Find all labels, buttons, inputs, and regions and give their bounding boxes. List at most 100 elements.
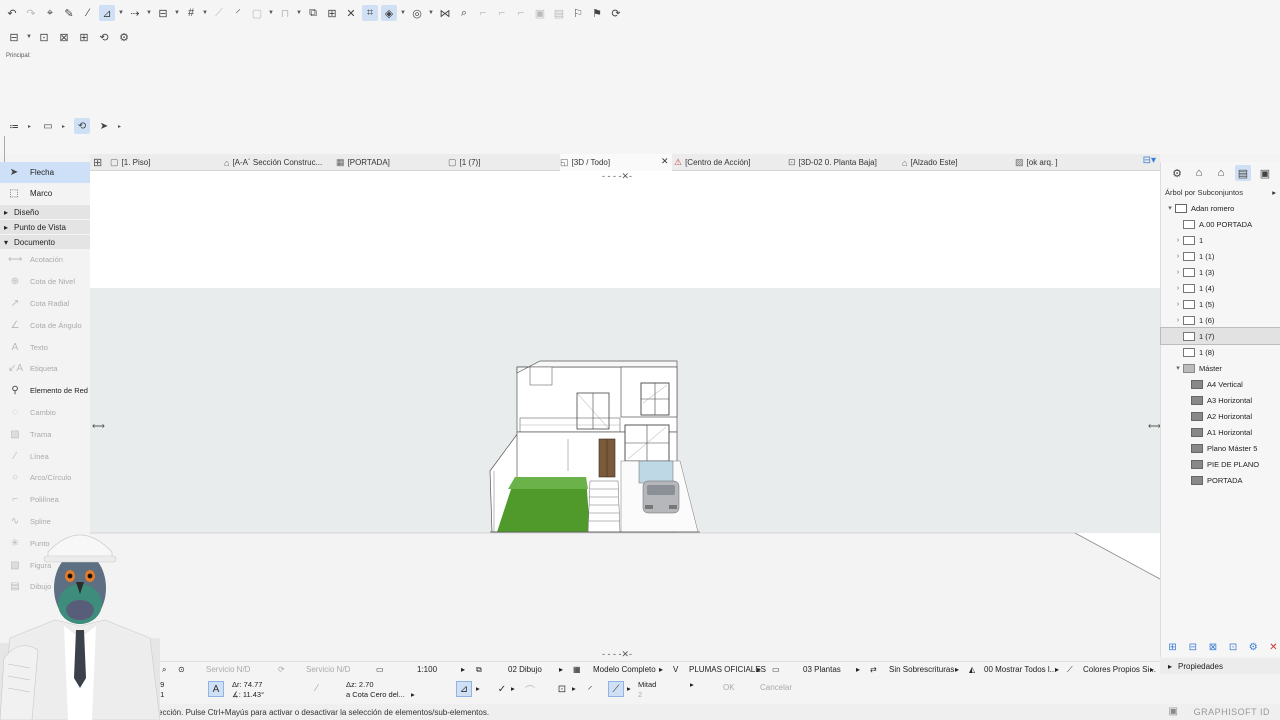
pen-set[interactable]: PLUMAS OFICIALES — [689, 665, 766, 674]
inject-icon[interactable]: ✎ — [61, 5, 77, 21]
view-icon[interactable]: ◈ — [381, 5, 397, 21]
reference-level[interactable]: a Cota Cero del... — [346, 690, 405, 699]
tool-texto[interactable]: A Texto — [0, 336, 90, 358]
chevron-right-icon[interactable]: ▸ — [28, 123, 34, 130]
refresh-icon[interactable]: ⟳ — [608, 5, 624, 21]
layout-icon[interactable]: ⊟ — [6, 29, 22, 45]
tree-item[interactable]: PORTADA — [1161, 472, 1280, 488]
tree-item[interactable]: › 1 (4) — [1161, 280, 1280, 296]
chevron-right-icon[interactable]: › — [1173, 285, 1183, 292]
tab-3d-todo[interactable]: ◱ [3D / Todo] — [560, 154, 672, 171]
cursor-icon[interactable]: ➤ — [96, 118, 112, 134]
chevron-down-icon[interactable]: ▼ — [174, 10, 180, 16]
redo-icon[interactable]: ↷ — [23, 5, 39, 21]
chevron-right-icon[interactable]: ▸ — [1150, 665, 1154, 674]
publisher-icon[interactable]: ▣ — [1257, 165, 1273, 181]
new-layout-icon[interactable]: ⊞ — [1165, 639, 1180, 655]
ruler-icon[interactable]: ⟋ — [211, 5, 227, 21]
settings-icon[interactable]: ⚙ — [1246, 639, 1261, 655]
frame-icon[interactable]: ⊞ — [76, 29, 92, 45]
delta-r[interactable]: Δr: 74.77 — [232, 680, 262, 689]
chevron-down-icon[interactable]: ▼ — [296, 10, 302, 16]
tab-section[interactable]: ⌂ [A-A´ Sección Construc... — [224, 154, 322, 171]
chevron-right-icon[interactable]: ▸ — [856, 665, 860, 674]
pick-up-icon[interactable]: ⌖ — [42, 5, 58, 21]
tab-3d-planta-baja[interactable]: ⊡ [3D-02 0. Planta Baja] — [788, 154, 877, 171]
undo-icon[interactable]: ↶ — [4, 5, 20, 21]
chevron-right-icon[interactable]: ▸ — [62, 123, 68, 130]
offset-icon[interactable]: ▣ — [532, 5, 548, 21]
chevron-right-icon[interactable]: ▸ — [659, 665, 663, 674]
find-icon[interactable]: ⌕ — [456, 5, 472, 21]
chevron-right-icon[interactable]: › — [1173, 317, 1183, 324]
layer-combination[interactable]: 02 Dibujo — [508, 665, 542, 674]
tree-item[interactable]: › 1 — [1161, 232, 1280, 248]
graphic-override[interactable]: Sin Sobrescrituras — [889, 665, 954, 674]
tool-cambio[interactable]: ◌ Cambio — [0, 402, 90, 424]
align-icon[interactable]: ⊟ — [155, 5, 171, 21]
tool-cota-angulo[interactable]: ∠ Cota de Ángulo — [0, 314, 90, 336]
service1[interactable]: Servicio N/D — [206, 665, 250, 674]
model-view-option[interactable]: Modelo Completo — [593, 665, 656, 674]
grid-icon[interactable]: # — [183, 5, 199, 21]
section-punto-de-vista[interactable]: ▸ Punto de Vista — [0, 219, 90, 234]
chevron-right-icon[interactable]: › — [1173, 237, 1183, 244]
delete-icon[interactable]: ✕ — [1266, 639, 1280, 655]
chevron-right-icon[interactable]: › — [1173, 253, 1183, 260]
chevron-right-icon[interactable]: ▸ — [627, 684, 631, 693]
publish-icon[interactable]: ⚑ — [589, 5, 605, 21]
chevron-right-icon[interactable]: ▸ — [476, 684, 480, 693]
tab-1-7[interactable]: ▢ [1 (7)] — [448, 154, 480, 171]
chevron-right-icon[interactable]: › — [1173, 301, 1183, 308]
sync-icon[interactable]: ⚙ — [116, 29, 132, 45]
chevron-down-icon[interactable]: ▾ — [1173, 364, 1183, 372]
tab-centro-accion[interactable]: ⚠ [Centro de Acción] — [674, 154, 750, 171]
tab-portada[interactable]: ▦ [PORTADA] — [336, 154, 390, 171]
service2[interactable]: Servicio N/D — [306, 665, 350, 674]
tree-item[interactable]: 1 (8) — [1161, 344, 1280, 360]
tool-arrow[interactable]: ➤ Flecha — [0, 162, 90, 183]
distance-icon[interactable]: A — [208, 681, 224, 697]
offset-icon[interactable]: ⌐ — [475, 5, 491, 21]
find-icon[interactable]: ⊙ — [178, 665, 185, 674]
arrow-mode-icon[interactable]: ⊿ — [456, 681, 472, 697]
tree-item[interactable]: A4 Vertical — [1161, 376, 1280, 392]
section-documento[interactable]: ▾ Documento — [0, 234, 90, 249]
tree-item[interactable]: A1 Horizontal — [1161, 424, 1280, 440]
navigator-settings-icon[interactable]: ⚙ — [1169, 165, 1185, 181]
rotate-icon[interactable]: ⟲ — [74, 118, 90, 134]
cancel-button[interactable]: Cancelar — [760, 683, 792, 692]
tree-item[interactable]: › 1 (6) — [1161, 312, 1280, 328]
teamwork-icon[interactable]: ⟲ — [96, 29, 112, 45]
floors-value[interactable]: 03 Plantas — [803, 665, 841, 674]
structure-display[interactable]: Colores Propios Si... — [1083, 665, 1156, 674]
snap-guide-icon[interactable]: ⟋ — [608, 681, 624, 697]
offset-icon[interactable]: ⌐ — [494, 5, 510, 21]
tree-type-dropdown[interactable]: Árbol por Subconjuntos ▸ — [1161, 184, 1280, 200]
tool-polilinea[interactable]: ⌐ Polilínea — [0, 489, 90, 511]
3d-viewport[interactable]: - - - -✕- ⟷ ⟷ - - - -✕- — [90, 171, 1160, 657]
chevron-right-icon[interactable]: › — [1173, 269, 1183, 276]
eyedropper-icon[interactable]: ⁄ — [80, 5, 96, 21]
navigator-icon[interactable]: ⊟▾ — [1143, 155, 1156, 166]
offset-icon[interactable]: ▤ — [551, 5, 567, 21]
chevron-down-icon[interactable]: ▼ — [400, 10, 406, 16]
chevron-down-icon[interactable]: ▼ — [202, 10, 208, 16]
project-map-icon[interactable]: ⌂ — [1191, 165, 1207, 181]
renovation-icon[interactable]: ⌗ — [362, 5, 378, 21]
chevron-right-icon[interactable]: ▸ — [757, 665, 761, 674]
chevron-right-icon[interactable]: ▸ — [690, 680, 694, 689]
chevron-down-icon[interactable]: ▼ — [26, 34, 32, 40]
tool-linea[interactable]: ⁄ Línea — [0, 445, 90, 467]
flag-icon[interactable]: ⚐ — [570, 5, 586, 21]
chevron-right-icon[interactable]: ▸ — [118, 123, 124, 130]
quick-options-icon[interactable]: ⇢ — [127, 5, 143, 21]
layout-book-icon[interactable]: ▤ — [1235, 165, 1251, 181]
close-icon[interactable]: ✕ — [661, 156, 669, 167]
tool-elemento-red[interactable]: ⚲ Elemento de Red — [0, 380, 90, 402]
tool-marquee[interactable]: ⬚ Marco — [0, 183, 90, 204]
tool-cota-radial[interactable]: ↗ Cota Radial — [0, 293, 90, 315]
tree-item[interactable]: › 1 (3) — [1161, 264, 1280, 280]
tab-overview-icon[interactable]: ⊞ — [93, 156, 102, 169]
chevron-down-icon[interactable]: ▼ — [146, 10, 152, 16]
